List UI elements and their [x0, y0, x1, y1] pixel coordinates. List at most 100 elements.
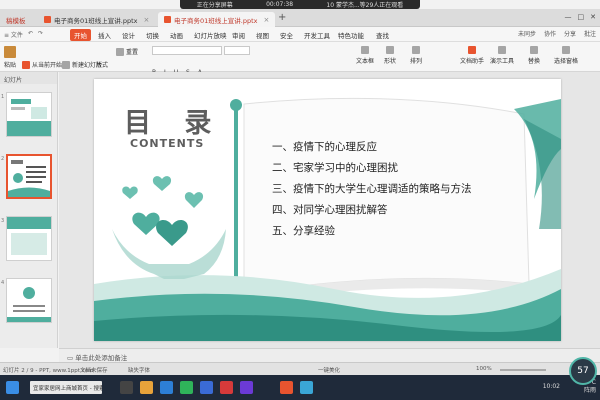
- shape-icon: [386, 46, 394, 54]
- slide-thumbnail-panel: 幻灯片 1 2 3 4: [0, 72, 58, 348]
- play-from-current-button[interactable]: 从当前开始: [22, 60, 62, 69]
- table-of-contents[interactable]: 一、疫情下的心理反应 二、宅家学习中的心理困扰 三、疫情下的大学生心理调适的策略…: [272, 137, 472, 242]
- redo-icon[interactable]: ↷: [38, 30, 43, 39]
- menu-slideshow[interactable]: 幻灯片放映: [190, 29, 231, 41]
- reset-button[interactable]: 重置: [116, 47, 138, 56]
- tab-template-label: 稿模板: [6, 16, 26, 25]
- menu-animation[interactable]: 动画: [166, 29, 187, 41]
- slide-thumbnail-1[interactable]: [6, 92, 52, 137]
- close-icon[interactable]: ×: [143, 16, 149, 24]
- doc-assistant-button[interactable]: 文档助手: [460, 46, 484, 65]
- tab-bar: 稿模板 电子商务01班线上宣讲.pptx × 电子商务01班线上宣讲.pptx …: [0, 9, 600, 27]
- collab-button[interactable]: 协作: [544, 29, 556, 38]
- paste-button[interactable]: 粘贴: [4, 46, 16, 69]
- window-controls: — □ ✕: [565, 13, 597, 21]
- shape-button[interactable]: 形状: [384, 46, 396, 65]
- tab-document-1-label: 电子商务01班线上宣讲.pptx: [54, 16, 138, 25]
- thumb-number: 3: [1, 218, 5, 224]
- menu-features[interactable]: 特色功能: [334, 29, 368, 41]
- menu-home[interactable]: 开始: [70, 29, 91, 41]
- backup-status[interactable]: 文档未保存: [80, 366, 108, 374]
- zoom-level[interactable]: 100%: [476, 366, 492, 372]
- selection-pane-button[interactable]: 选择窗格: [554, 46, 578, 65]
- slide-thumbnail-4[interactable]: [6, 278, 52, 323]
- slide-canvas[interactable]: 目 录 CONTENTS 一、疫情下的心理反应 二、宅家学习中的心理困扰 三、疫…: [59, 72, 600, 348]
- app-icon[interactable]: [300, 381, 313, 394]
- menu-review[interactable]: 审阅: [228, 29, 249, 41]
- tab-template[interactable]: 稿模板: [0, 12, 32, 27]
- comment-button[interactable]: 批注: [584, 29, 596, 38]
- share-button[interactable]: 分享: [564, 29, 576, 38]
- replace-icon: [530, 46, 538, 54]
- beautify-button[interactable]: 一键美化: [318, 366, 340, 374]
- ppt-file-icon: [44, 16, 51, 23]
- window-close-icon[interactable]: ✕: [590, 13, 596, 21]
- font-format-row: B I U S A: [152, 59, 250, 76]
- thumbnail-2-preview: [8, 160, 50, 197]
- arrange-label: 排列: [410, 58, 423, 65]
- hearts-illustration: [112, 176, 226, 279]
- clock[interactable]: 10:02: [543, 383, 560, 390]
- slide[interactable]: 目 录 CONTENTS 一、疫情下的心理反应 二、宅家学习中的心理困扰 三、疫…: [94, 79, 561, 341]
- notes-icon: ▭: [67, 354, 76, 362]
- sync-status[interactable]: 未同步: [518, 29, 536, 38]
- slide-title[interactable]: 目 录: [124, 101, 223, 140]
- tab-document-1[interactable]: 电子商务01班线上宣讲.pptx ×: [38, 12, 155, 27]
- layout-label: 版式: [96, 62, 109, 69]
- menu-security[interactable]: 安全: [276, 29, 297, 41]
- replace-button[interactable]: 替换: [528, 46, 540, 65]
- taskbar-search[interactable]: 宜家家居网上商城首页 - 搜索一下: [30, 381, 102, 394]
- tab-document-2[interactable]: 电子商务01班线上宣讲.pptx ×: [158, 12, 276, 27]
- layout-button[interactable]: 版式: [96, 60, 108, 69]
- reset-label: 重置: [126, 49, 139, 56]
- thumbnail-1-preview: [7, 99, 51, 136]
- browser-icon[interactable]: [160, 381, 173, 394]
- zoom-badge[interactable]: 57: [569, 357, 597, 385]
- wechat-icon[interactable]: [180, 381, 193, 394]
- windows-start-icon[interactable]: [6, 381, 19, 394]
- zoom-slider[interactable]: [500, 369, 546, 371]
- presentation-tools-button[interactable]: 演示工具: [490, 46, 514, 65]
- menu-view[interactable]: 视图: [252, 29, 273, 41]
- new-slide-icon: [62, 60, 70, 69]
- task-view-icon[interactable]: [120, 381, 133, 394]
- missing-font-status[interactable]: 缺失字体: [128, 366, 150, 374]
- font-family-select[interactable]: [152, 46, 222, 55]
- screen: 正在分享屏幕 00:07:38 10 蒙学杰...等29人正在观看 稿模板 电子…: [0, 0, 600, 400]
- menu-transition[interactable]: 切换: [142, 29, 163, 41]
- add-tab-icon[interactable]: +: [278, 12, 286, 23]
- toc-item-3: 三、疫情下的大学生心理调适的策略与方法: [272, 183, 472, 195]
- wps-icon[interactable]: [280, 381, 293, 394]
- menu-search[interactable]: 查找: [372, 29, 393, 41]
- menu-developer[interactable]: 开发工具: [300, 29, 334, 41]
- thumb-number: 4: [1, 280, 5, 286]
- presentation-tools-icon: [498, 46, 506, 54]
- app-icon[interactable]: [220, 381, 233, 394]
- arrange-button[interactable]: 排列: [410, 46, 422, 65]
- maximize-icon[interactable]: □: [578, 13, 585, 21]
- replace-label: 替换: [528, 58, 541, 65]
- file-menu[interactable]: ≡ 文件: [4, 30, 23, 39]
- menu-insert[interactable]: 插入: [94, 29, 115, 41]
- doc-assistant-label: 文档助手: [460, 58, 485, 65]
- play-from-current-label: 从当前开始: [32, 62, 63, 69]
- status-bar: 幻灯片 2 / 9 - PPT, www.1ppt.com 文档未保存 缺失字体…: [0, 362, 600, 375]
- undo-icon[interactable]: ↶: [28, 30, 33, 39]
- slide-thumbnail-3[interactable]: [6, 216, 52, 261]
- textbox-button[interactable]: 文本框: [356, 46, 374, 65]
- slide-thumbnail-2[interactable]: [6, 154, 52, 199]
- file-explorer-icon[interactable]: [140, 381, 153, 394]
- font-size-select[interactable]: [224, 46, 250, 55]
- thumb-number: 2: [1, 156, 5, 162]
- app-icon[interactable]: [240, 381, 253, 394]
- close-icon[interactable]: ×: [263, 16, 269, 24]
- notes-bar[interactable]: ▭ 单击此处添加备注: [59, 348, 600, 362]
- app-icon[interactable]: [200, 381, 213, 394]
- textbox-icon: [361, 46, 369, 54]
- menu-design[interactable]: 设计: [118, 29, 139, 41]
- thumbnail-panel-header: 幻灯片: [0, 72, 57, 84]
- slide-subtitle[interactable]: CONTENTS: [130, 137, 204, 150]
- minimize-icon[interactable]: —: [565, 13, 572, 21]
- textbox-label: 文本框: [356, 58, 375, 65]
- reset-icon: [116, 47, 124, 56]
